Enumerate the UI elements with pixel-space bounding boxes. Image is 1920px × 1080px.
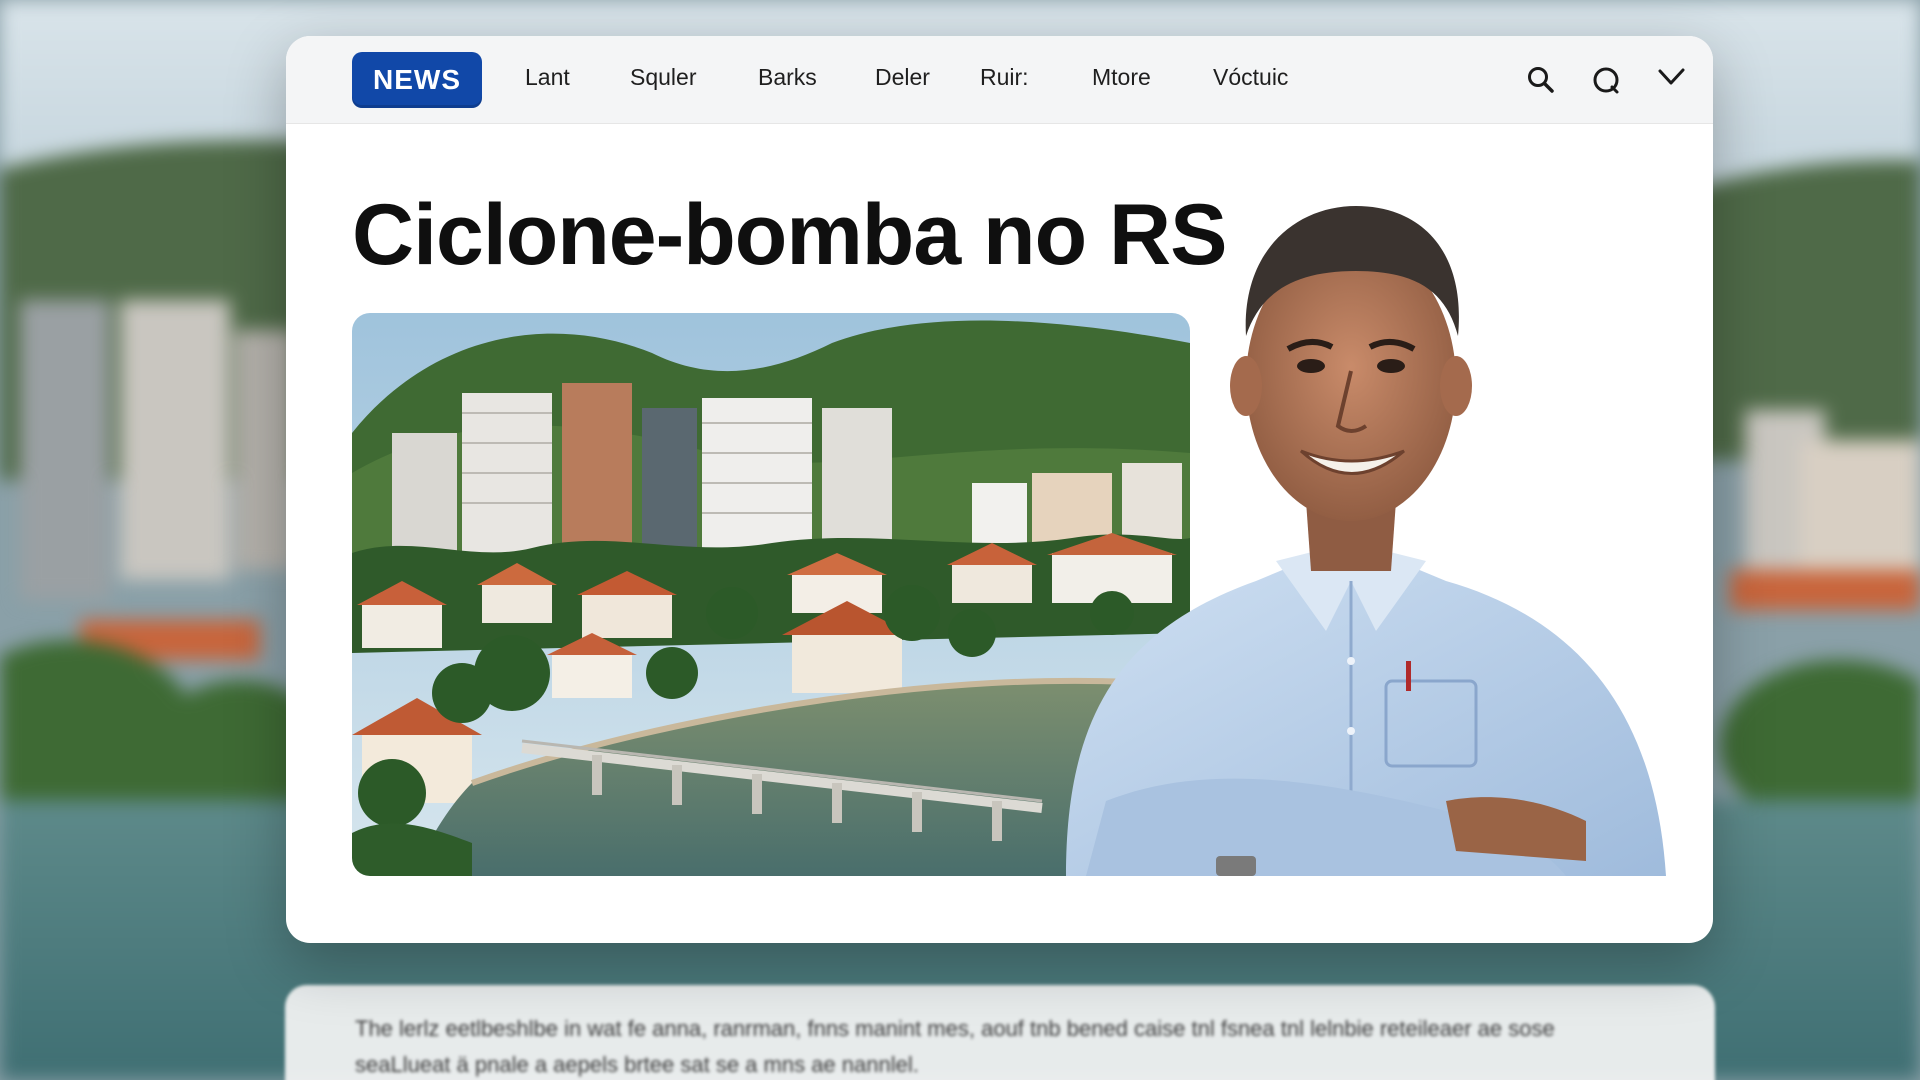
news-logo[interactable]: NEWS — [352, 52, 482, 108]
news-card: NEWS Lant Squler Barks Deler Ruir: Mtore… — [286, 36, 1713, 943]
close-icon[interactable] — [1655, 63, 1689, 97]
nav-item-mtore[interactable]: Mtore — [1092, 64, 1151, 91]
nav-item-squler[interactable]: Squler — [630, 64, 696, 91]
nav-item-barks[interactable]: Barks — [758, 64, 817, 91]
blurred-article-preview: The lerlz eetlbeshlbe in wat fe anna, ra… — [285, 985, 1715, 1080]
nav-item-ruir[interactable]: Ruir: — [980, 64, 1029, 91]
article-preview-text: The lerlz eetlbeshlbe in wat fe anna, ra… — [355, 1016, 1555, 1077]
nav-item-lant[interactable]: Lant — [525, 64, 570, 91]
nav-item-deler[interactable]: Deler — [875, 64, 930, 91]
chat-icon[interactable] — [1589, 63, 1623, 97]
top-navbar: NEWS Lant Squler Barks Deler Ruir: Mtore… — [286, 36, 1713, 124]
person-illustration — [1066, 206, 1666, 876]
person-photo[interactable] — [1026, 161, 1686, 876]
nav-item-voctuic[interactable]: Vóctuic — [1213, 64, 1288, 91]
search-icon[interactable] — [1524, 63, 1558, 97]
